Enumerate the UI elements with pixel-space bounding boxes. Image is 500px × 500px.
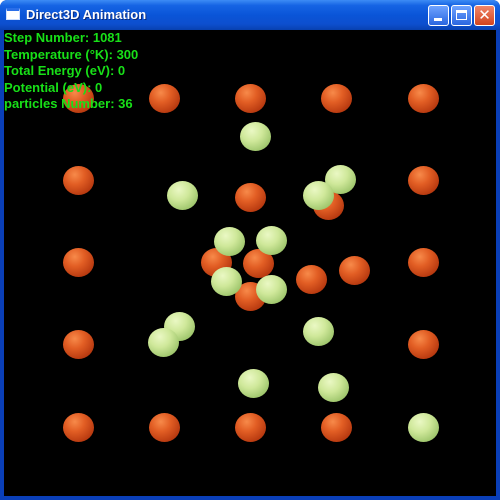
step-number-text: Step Number: 1081	[4, 30, 122, 45]
red-particle	[149, 413, 180, 442]
red-particle	[296, 265, 327, 294]
title-bar[interactable]: Direct3D Animation ✕	[0, 0, 500, 30]
green-particle	[240, 122, 271, 151]
green-particle	[318, 373, 349, 402]
green-particle	[148, 328, 179, 357]
green-particle	[214, 227, 245, 256]
total-energy-text: Total Energy (eV): 0	[4, 63, 126, 79]
red-particle	[408, 166, 439, 195]
particles-number-text: particles Number: 36	[4, 96, 133, 112]
green-particle	[167, 181, 198, 210]
red-particle	[63, 413, 94, 442]
maximize-button[interactable]	[451, 5, 472, 26]
window-title: Direct3D Animation	[26, 7, 147, 22]
red-particle	[63, 248, 94, 277]
close-button[interactable]: ✕	[474, 5, 495, 26]
red-particle	[63, 166, 94, 195]
red-particle	[63, 330, 94, 359]
red-particle	[321, 413, 352, 442]
green-particle	[238, 369, 269, 398]
red-particle	[321, 84, 352, 113]
green-particle	[256, 226, 287, 255]
red-particle	[408, 84, 439, 113]
close-icon: ✕	[478, 6, 491, 24]
green-particle	[408, 413, 439, 442]
stats-panel: Step Number: 1081 Temperature (°K): 300 …	[4, 30, 244, 113]
red-particle	[339, 256, 370, 285]
green-particle	[303, 181, 334, 210]
maximize-icon	[456, 10, 467, 20]
green-particle	[303, 317, 334, 346]
red-particle	[235, 183, 266, 212]
minimize-icon	[434, 18, 442, 21]
red-particle	[408, 248, 439, 277]
red-particle	[235, 413, 266, 442]
temperature-text: Temperature (°K): 300	[4, 46, 139, 62]
red-particle	[408, 330, 439, 359]
potential-text: Potential (eV): 0	[4, 79, 103, 95]
green-particle	[256, 275, 287, 304]
window-app-icon[interactable]	[6, 8, 20, 20]
green-particle	[211, 267, 242, 296]
app-window: Direct3D Animation ✕ Step Number: 1081 T…	[0, 0, 500, 500]
minimize-button[interactable]	[428, 5, 449, 26]
